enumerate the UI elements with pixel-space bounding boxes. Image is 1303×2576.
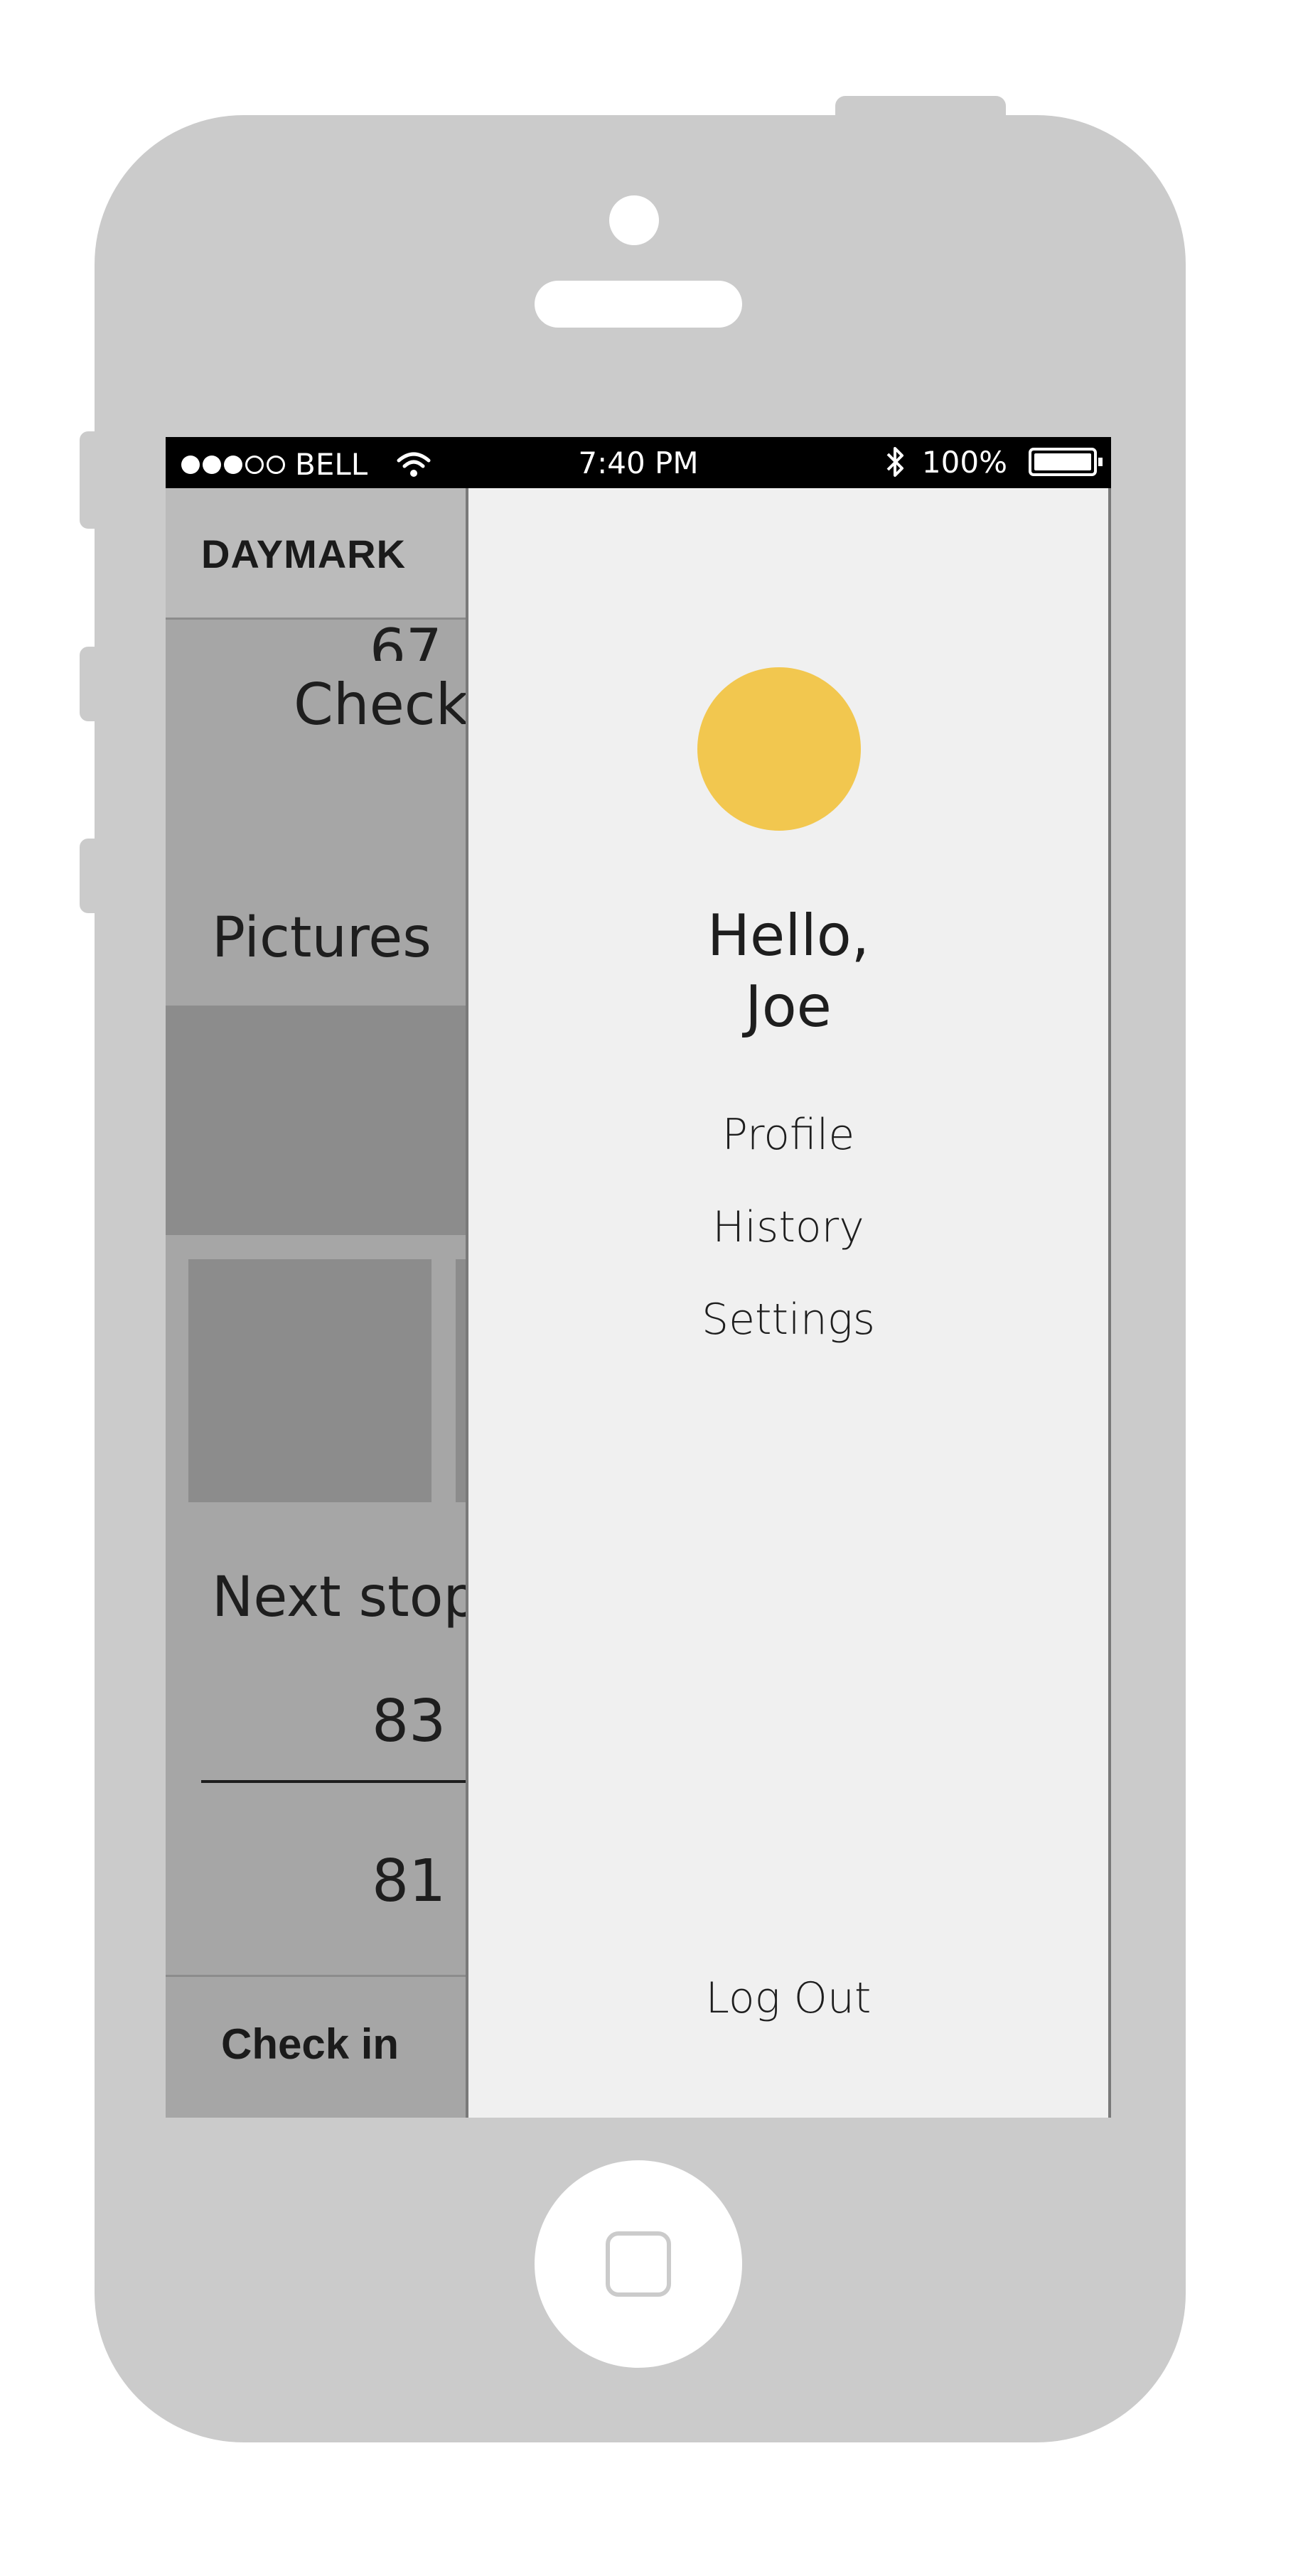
menu-item-history[interactable]: History (468, 1202, 1108, 1252)
menu-item-settings[interactable]: Settings (468, 1295, 1108, 1344)
earpiece-speaker (535, 281, 742, 328)
bottom-bar: Check in (166, 1975, 471, 2118)
front-camera (609, 195, 659, 245)
status-right: 100% (885, 444, 1103, 480)
battery-icon (1029, 448, 1103, 476)
navigation-drawer: Hello, Joe Profile History Settings Log … (466, 488, 1111, 2118)
home-square-icon (606, 2231, 671, 2297)
greeting: Hello, Joe (468, 900, 1108, 1042)
greeting-name: Joe (745, 974, 832, 1040)
app-header: DAYMARK (166, 488, 471, 620)
pictures-label: Pictures (212, 906, 431, 970)
greeting-line: Hello, (707, 902, 870, 969)
menu-item-profile[interactable]: Profile (468, 1110, 1108, 1160)
stop-divider (201, 1780, 486, 1783)
log-out-button[interactable]: Log Out (468, 1973, 1108, 2023)
phone-screen: BELL 7:40 PM 100% DAYMARK 67 Check Pictu… (166, 437, 1111, 2118)
checkins-label: Check (294, 672, 469, 738)
picture-thumbnail[interactable] (188, 1259, 431, 1502)
check-in-button[interactable]: Check in (221, 2020, 399, 2069)
picture-placeholder-main[interactable] (166, 1006, 471, 1235)
status-bar: BELL 7:40 PM 100% (166, 437, 1111, 488)
app-title: DAYMARK (201, 532, 407, 576)
home-button[interactable] (535, 2160, 742, 2368)
bluetooth-icon (886, 447, 903, 477)
checkins-count: 67 (370, 617, 442, 661)
avatar[interactable] (697, 667, 861, 831)
next-stop-label: Next stop (212, 1565, 478, 1629)
battery-percent: 100% (921, 444, 1007, 480)
